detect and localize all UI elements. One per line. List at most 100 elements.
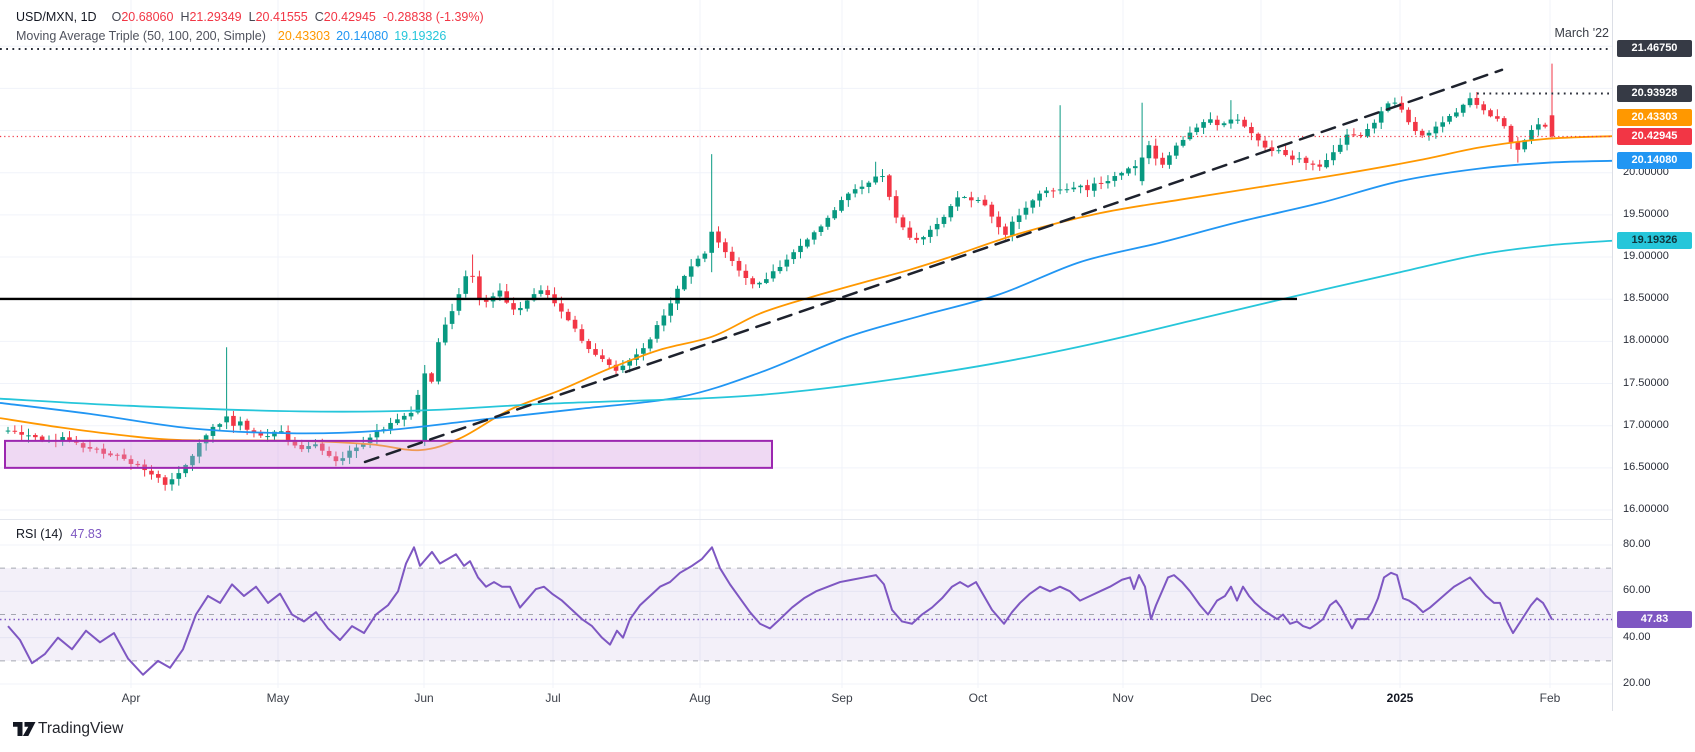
candle-body: [819, 226, 824, 232]
candle-body: [1058, 189, 1063, 190]
candle-body: [641, 348, 646, 354]
candle-body: [395, 419, 400, 423]
month-label-dec: Dec: [1233, 691, 1289, 705]
sma-200-line[interactable]: [0, 241, 1612, 412]
candle-body: [648, 339, 653, 348]
candle-body: [511, 303, 516, 309]
candle-body: [880, 176, 885, 177]
candle-body: [1160, 158, 1165, 165]
change-value: -0.28838 (-1.39%): [383, 10, 484, 24]
sma-50-line[interactable]: [0, 136, 1612, 450]
rsi-value-label: 47.83: [1617, 611, 1692, 628]
candle-body: [1030, 200, 1035, 207]
candlestick-series[interactable]: [6, 64, 1555, 491]
price-tick-label: 16.50000: [1623, 461, 1669, 473]
candle-body: [429, 373, 434, 381]
candle-body: [826, 218, 831, 227]
candle-body: [621, 366, 626, 370]
candle-body: [600, 355, 605, 359]
indicator-legend-row[interactable]: Moving Average Triple (50, 100, 200, Sim…: [16, 27, 484, 46]
time-axis[interactable]: AprMayJunJulAugSepOctNovDec2025Feb: [0, 688, 1612, 711]
candle-body: [211, 427, 216, 436]
candle-body: [149, 471, 154, 475]
candle-body: [1509, 126, 1514, 142]
candle-body: [1550, 115, 1555, 136]
candle-body: [1358, 135, 1363, 136]
candle-body: [1099, 183, 1104, 184]
candle-body: [901, 217, 906, 227]
candle-body: [908, 228, 913, 238]
candle-body: [1276, 150, 1281, 151]
candle-body: [163, 477, 168, 485]
high-value: 21.29349: [189, 10, 241, 24]
indicator-title[interactable]: Moving Average Triple (50, 100, 200, Sim…: [16, 29, 266, 43]
candle-body: [1215, 120, 1220, 125]
candle-body: [867, 183, 872, 187]
candle-body: [1529, 130, 1534, 140]
candle-body: [1174, 146, 1179, 156]
tradingview-chart-window: USD/MXN, 1DO20.68060H21.29349L20.41555C2…: [0, 0, 1695, 752]
candle-body: [798, 246, 803, 252]
candle-body: [286, 431, 291, 440]
candle-body: [1338, 145, 1343, 152]
candle-body: [675, 289, 680, 304]
candle-body: [716, 232, 721, 243]
symbol-title[interactable]: USD/MXN, 1D: [16, 10, 97, 24]
candle-body: [1010, 222, 1015, 236]
candle-body: [1543, 125, 1548, 127]
candle-body: [1106, 181, 1111, 183]
candle-body: [402, 416, 407, 420]
candle-body: [238, 421, 243, 425]
tradingview-brand-text[interactable]: TradingView: [38, 720, 123, 738]
ascending-trendline[interactable]: [365, 70, 1502, 462]
candle-body: [1112, 176, 1117, 181]
tradingview-logo-icon[interactable]: [13, 721, 36, 738]
sma-100-line[interactable]: [0, 161, 1612, 434]
month-label-jun: Jun: [396, 691, 452, 705]
candle-body: [1331, 152, 1336, 160]
month-label-sep: Sep: [814, 691, 870, 705]
month-label-apr: Apr: [103, 691, 159, 705]
candle-body: [1488, 110, 1493, 116]
candle-body: [6, 431, 11, 432]
candle-body: [1085, 185, 1090, 190]
candle-body: [1140, 158, 1145, 182]
pane-separator[interactable]: [0, 519, 1695, 520]
rsi-tick-label: 80.00: [1623, 538, 1651, 550]
price-tick-label: 19.00000: [1623, 250, 1669, 262]
march-22-high-label: 21.46750: [1617, 40, 1692, 57]
candle-body: [750, 278, 755, 284]
candle-body: [1037, 194, 1042, 201]
candle-body: [682, 276, 687, 289]
candle-body: [771, 271, 776, 278]
candle-body: [1065, 189, 1070, 190]
candle-body: [846, 194, 851, 200]
candle-body: [1311, 164, 1316, 165]
rsi-legend-row[interactable]: RSI (14) 47.83: [16, 527, 102, 541]
price-tick-label: 17.50000: [1623, 377, 1669, 389]
candle-body: [436, 342, 441, 381]
candle-body: [1167, 155, 1172, 164]
candle-body: [1153, 146, 1158, 159]
candle-body: [1024, 208, 1029, 215]
candle-body: [409, 413, 414, 417]
price-axis[interactable]: 20.0000019.5000019.0000018.5000018.00000…: [1612, 0, 1695, 711]
month-label-jul: Jul: [525, 691, 581, 705]
symbol-legend[interactable]: USD/MXN, 1DO20.68060H21.29349L20.41555C2…: [16, 8, 484, 46]
candle-body: [887, 175, 892, 196]
candle-body: [989, 205, 994, 217]
candle-body: [1468, 98, 1473, 105]
candle-body: [1078, 186, 1083, 187]
open-value: 20.68060: [121, 10, 173, 24]
candle-body: [764, 279, 769, 283]
candle-body: [265, 436, 270, 437]
candle-body: [1447, 116, 1452, 122]
candle-body: [1379, 111, 1384, 122]
rsi-title[interactable]: RSI (14): [16, 527, 63, 541]
chart-plot-area[interactable]: [0, 0, 1612, 711]
symbol-legend-row[interactable]: USD/MXN, 1DO20.68060H21.29349L20.41555C2…: [16, 8, 484, 27]
rsi-value: 47.83: [71, 527, 102, 541]
candle-body: [156, 474, 161, 478]
candle-body: [559, 303, 564, 311]
candle-body: [1516, 142, 1521, 150]
